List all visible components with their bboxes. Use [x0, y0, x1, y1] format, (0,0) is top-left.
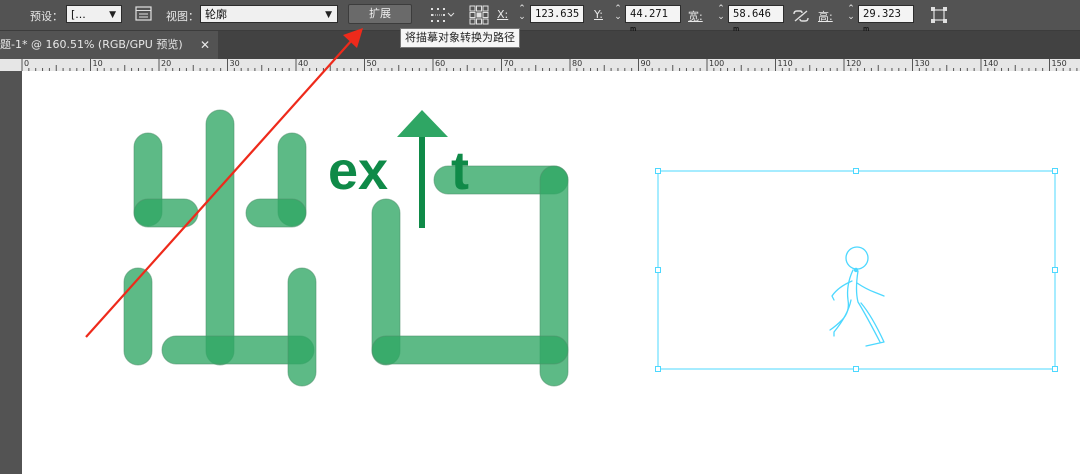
exit-text-t[interactable]: t — [451, 141, 469, 201]
stroke-kou-bottom[interactable] — [371, 335, 569, 365]
annotation-arrow-head — [343, 28, 363, 48]
selection-handle[interactable] — [1052, 267, 1058, 273]
selection-handle[interactable] — [853, 366, 859, 372]
stroke-chu-left-lower[interactable] — [123, 267, 153, 366]
running-man-icon[interactable] — [829, 246, 885, 347]
selection-handle[interactable] — [655, 267, 661, 273]
selection-handle[interactable] — [655, 366, 661, 372]
exit-text-ex[interactable]: ex — [328, 141, 388, 201]
selection-handle[interactable] — [655, 168, 661, 174]
selection-handle[interactable] — [1052, 168, 1058, 174]
stroke-chu-right-lower[interactable] — [287, 267, 317, 387]
artwork-layer: ex t — [85, 28, 1058, 387]
selection-handle[interactable] — [1052, 366, 1058, 372]
selection-handle[interactable] — [853, 168, 859, 174]
exit-arrow-shaft[interactable] — [419, 134, 425, 228]
expand-tooltip: 将描摹对象转换为路径 — [400, 28, 520, 48]
exit-arrow-head[interactable] — [397, 110, 448, 137]
stroke-chu-center[interactable] — [205, 109, 235, 366]
stroke-chu-right-hook[interactable] — [245, 198, 307, 228]
